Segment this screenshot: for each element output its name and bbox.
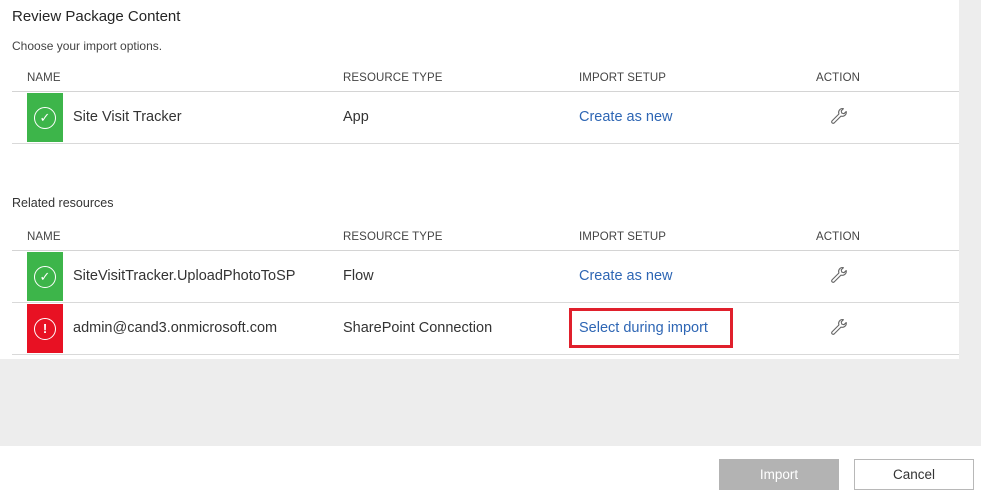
column-header-action: ACTION [816, 231, 861, 243]
import-button[interactable]: Import [719, 459, 839, 490]
panel-title: Review Package Content [12, 8, 181, 25]
column-header-name: NAME [27, 231, 61, 243]
column-header-resource-type: RESOURCE TYPE [343, 231, 443, 243]
wrench-icon[interactable] [829, 317, 849, 337]
column-header-resource-type: RESOURCE TYPE [343, 72, 443, 84]
column-header-import-setup: IMPORT SETUP [579, 231, 667, 243]
resource-name: SiteVisitTracker.UploadPhotoToSP [73, 268, 296, 284]
related-resources-table: NAME RESOURCE TYPE IMPORT SETUP ACTION ✓… [12, 229, 959, 355]
import-setup-link[interactable]: Create as new [579, 109, 673, 125]
table-header: NAME RESOURCE TYPE IMPORT SETUP ACTION [12, 229, 959, 251]
resource-type: App [343, 109, 369, 125]
package-table: NAME RESOURCE TYPE IMPORT SETUP ACTION ✓… [12, 70, 959, 144]
related-resources-label: Related resources [12, 196, 114, 210]
resource-type: SharePoint Connection [343, 320, 493, 336]
table-row: ! admin@cand3.onmicrosoft.com SharePoint… [12, 303, 959, 355]
column-header-name: NAME [27, 72, 61, 84]
table-header: NAME RESOURCE TYPE IMPORT SETUP ACTION [12, 70, 959, 92]
exclamation-icon: ! [34, 317, 56, 340]
review-package-panel: Review Package Content Choose your impor… [0, 0, 959, 359]
checkmark-icon: ✓ [34, 265, 56, 288]
wrench-icon[interactable] [829, 265, 849, 285]
table-row: ✓ Site Visit Tracker App Create as new [12, 92, 959, 144]
status-error-badge: ! [27, 304, 63, 353]
cancel-button[interactable]: Cancel [854, 459, 974, 490]
select-during-import-link[interactable]: Select during import [579, 320, 708, 336]
table-row: ✓ SiteVisitTracker.UploadPhotoToSP Flow … [12, 251, 959, 303]
resource-name: admin@cand3.onmicrosoft.com [73, 320, 278, 336]
import-setup-link[interactable]: Create as new [579, 268, 673, 284]
checkmark-icon: ✓ [34, 106, 56, 129]
status-ok-badge: ✓ [27, 252, 63, 301]
status-ok-badge: ✓ [27, 93, 63, 142]
column-header-import-setup: IMPORT SETUP [579, 72, 667, 84]
panel-subtitle: Choose your import options. [12, 39, 163, 53]
wrench-icon[interactable] [829, 106, 849, 126]
column-header-action: ACTION [816, 72, 861, 84]
resource-type: Flow [343, 268, 374, 284]
resource-name: Site Visit Tracker [73, 109, 182, 125]
